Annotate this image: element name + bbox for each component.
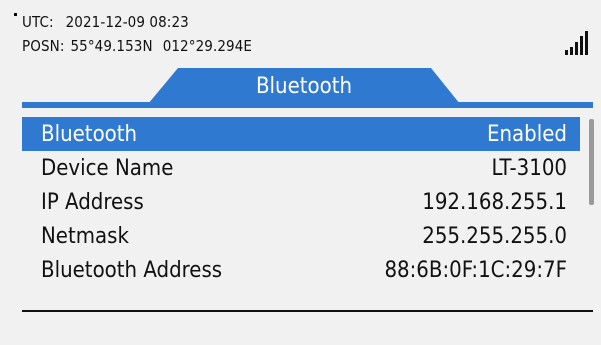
signal-strength-icon	[565, 31, 588, 55]
position-readout: POSN: 55°49.153N 012°29.294E	[22, 37, 252, 55]
row-label: IP Address	[41, 189, 144, 215]
utc-value: 2021-12-09 08:23	[65, 13, 189, 31]
indicator-dot	[14, 13, 17, 16]
settings-list: Bluetooth Enabled Device Name LT-3100 IP…	[22, 117, 580, 287]
posn-label: POSN:	[22, 37, 65, 55]
row-label: Netmask	[41, 223, 129, 249]
row-label: Device Name	[41, 155, 174, 181]
row-value: 88:6B:0F:1C:29:7F	[384, 257, 567, 283]
row-value: 255.255.255.0	[422, 223, 567, 249]
longitude-value: 012°29.294E	[162, 37, 253, 55]
tab-bluetooth[interactable]: Bluetooth	[182, 70, 426, 104]
row-ip-address[interactable]: IP Address 192.168.255.1	[22, 185, 580, 219]
scrollbar[interactable]	[589, 119, 594, 205]
bottom-divider	[22, 310, 593, 312]
row-label: Bluetooth	[41, 121, 138, 147]
row-device-name[interactable]: Device Name LT-3100	[22, 151, 580, 185]
row-bluetooth[interactable]: Bluetooth Enabled	[22, 117, 580, 151]
utc-readout: UTC: 2021-12-09 08:23	[22, 13, 189, 31]
utc-label: UTC:	[22, 13, 54, 31]
row-label: Bluetooth Address	[41, 257, 223, 283]
row-value: LT-3100	[491, 155, 567, 181]
latitude-value: 55°49.153N	[70, 37, 153, 55]
row-netmask[interactable]: Netmask 255.255.255.0	[22, 219, 580, 253]
row-value: 192.168.255.1	[422, 189, 567, 215]
row-bluetooth-address[interactable]: Bluetooth Address 88:6B:0F:1C:29:7F	[22, 253, 580, 287]
row-value: Enabled	[487, 121, 567, 147]
